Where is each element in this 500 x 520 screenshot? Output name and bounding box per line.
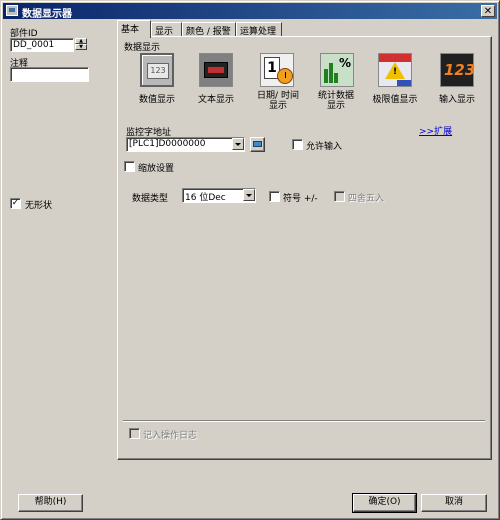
part-id-spinner[interactable]: ▲ ▼ [75,38,87,51]
limit-display-icon: ! [378,53,412,87]
tile-input[interactable]: 123 输入显示 [434,53,480,105]
date-time-display-icon: 1 [260,53,294,87]
close-button[interactable]: ✕ [481,5,495,17]
cancel-button[interactable]: 取消 [421,494,487,512]
allow-input-checkbox[interactable] [292,139,303,150]
shapeless-checkbox[interactable]: ✓ [10,198,21,209]
monitor-word-field[interactable]: [PLC1]D0000000 [126,137,245,152]
numeric-display-icon: 123 [140,53,174,87]
sign-checkbox[interactable] [269,191,280,202]
tab-color-alarm[interactable]: 颜色 / 报警 [182,22,236,37]
tile-text[interactable]: 文本显示 [193,53,239,105]
tile-limit[interactable]: ! 极限值显示 [372,53,418,105]
divider [123,420,485,422]
text-display-icon [199,53,233,87]
operation-log-label: 记入操作日志 [143,431,198,441]
allow-input-label: 允许输入 [306,142,343,152]
tile-date-time-caption: 日期/ 时间显示 [257,91,299,111]
tile-text-caption: 文本显示 [197,95,234,105]
tile-numeric[interactable]: 123 数值显示 [134,53,180,105]
data-type-label: 数据类型 [132,194,169,204]
round-label: 四舍五入 [348,194,385,204]
part-id-field[interactable]: DD_0001 [10,38,74,52]
sign-label: 符号 +/- [283,194,318,204]
expand-link[interactable]: >>扩展 [419,124,452,137]
round-checkbox[interactable] [334,191,345,202]
shapeless-label: 无形状 [25,201,53,211]
tile-input-caption: 输入显示 [438,95,475,105]
operation-log-checkbox[interactable] [129,428,140,439]
app-icon [6,5,18,16]
data-type-dropdown-icon[interactable] [243,189,255,201]
tab-operation[interactable]: 运算处理 [236,22,282,37]
tile-statistics-caption: 统计数据显示 [317,91,354,111]
address-input-button[interactable] [250,137,265,152]
scale-checkbox[interactable] [124,161,135,172]
spin-down-icon[interactable]: ▼ [75,44,87,50]
tile-statistics[interactable]: % 统计数据显示 [314,53,360,111]
input-display-icon: 123 [440,53,475,87]
help-button[interactable]: 帮助(H) [18,494,83,512]
title-bar: 数据显示器 ✕ [3,3,497,20]
statistics-display-icon: % [320,53,354,87]
scale-label: 缩放设置 [138,164,175,174]
keypad-icon [253,141,262,147]
tile-limit-caption: 极限值显示 [372,95,418,105]
tab-display[interactable]: 显示 [151,22,182,37]
monitor-word-dropdown-icon[interactable] [232,138,244,150]
comment-field[interactable] [10,67,89,82]
tab-basic[interactable]: 基本 [117,20,151,38]
dialog-window: 数据显示器 ✕ 部件ID DD_0001 ▲ ▼ 注释 ✓ 无形状 帮助(H) … [0,0,500,520]
window-title: 数据显示器 [22,9,72,20]
data-display-title: 数据显示 [124,43,161,53]
tile-numeric-caption: 数值显示 [138,95,175,105]
ok-button[interactable]: 确定(O) [352,493,417,513]
tile-date-time[interactable]: 1 日期/ 时间显示 [254,53,300,111]
